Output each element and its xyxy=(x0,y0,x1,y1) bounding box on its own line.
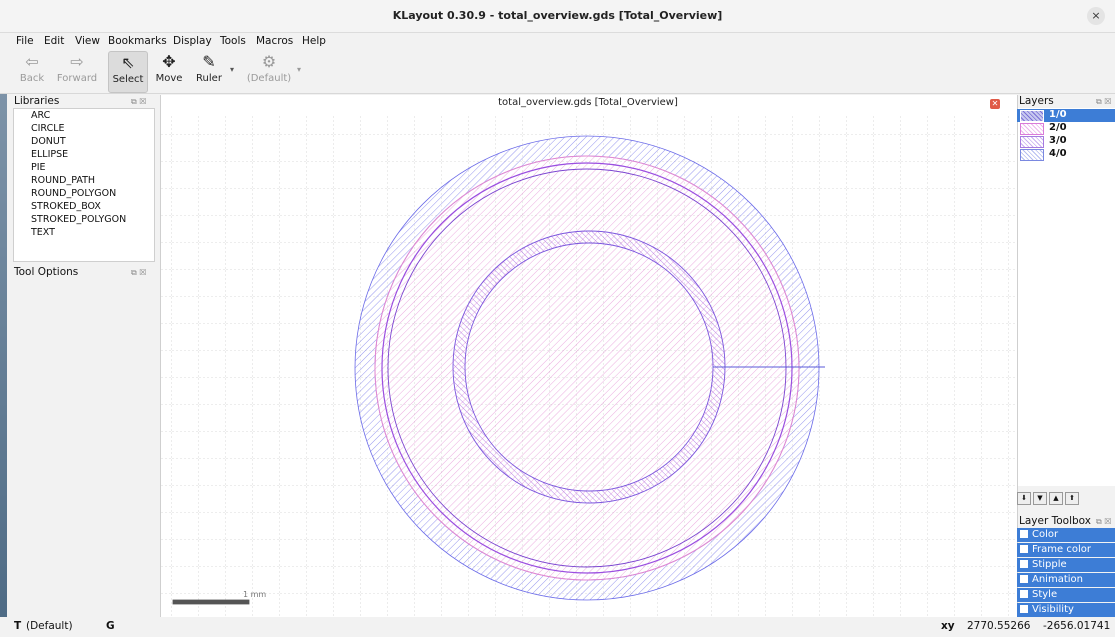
menu-file[interactable]: File xyxy=(16,35,34,47)
ruler-dropdown-arrow[interactable]: ▾ xyxy=(228,65,236,75)
scale-bar xyxy=(173,600,249,604)
scale-bar-label: 1 mm xyxy=(243,590,267,599)
layer-row[interactable]: 2/0 xyxy=(1017,122,1115,135)
libraries-float-icon[interactable]: ⧉ ☒ xyxy=(131,97,146,107)
toolbox-label: Frame color xyxy=(1032,544,1091,555)
close-view-button[interactable]: ✕ xyxy=(990,99,1000,109)
menu-bar: File Edit View Bookmarks Display Tools M… xyxy=(0,33,1115,49)
move-label: Move xyxy=(155,73,183,84)
menu-macros[interactable]: Macros xyxy=(256,35,293,47)
toolbox-color[interactable]: Color xyxy=(1017,528,1115,542)
move-arrows-icon: ✥ xyxy=(162,52,176,71)
library-item[interactable]: CIRCLE xyxy=(31,123,65,134)
mode-prefix: T xyxy=(14,620,22,632)
layers-title: Layers xyxy=(1019,95,1054,107)
pointer-icon: ⇖ xyxy=(121,53,135,72)
tool-options-title: Tool Options xyxy=(14,266,79,278)
layer-2-disk xyxy=(374,155,800,581)
move-bottom-icon[interactable]: ⬇ xyxy=(1017,492,1031,505)
layer-row[interactable]: 3/0 xyxy=(1017,135,1115,148)
menu-help[interactable]: Help xyxy=(302,35,326,47)
desktop-edge xyxy=(0,93,7,637)
select-label: Select xyxy=(112,74,144,85)
library-item[interactable]: TEXT xyxy=(31,227,55,238)
menu-bookmarks[interactable]: Bookmarks xyxy=(108,35,167,47)
arrow-right-icon: ⇨ xyxy=(70,52,84,71)
layer-swatch-icon xyxy=(1020,136,1044,148)
library-item[interactable]: DONUT xyxy=(31,136,66,147)
forward-button[interactable]: ⇨ Forward xyxy=(54,51,100,91)
status-bar: T (Default) G xy 2770.55266 -2656.01741 xyxy=(0,617,1115,637)
toolbox-label: Color xyxy=(1032,529,1059,540)
menu-view[interactable]: View xyxy=(75,35,100,47)
mode-text: (Default) xyxy=(26,620,73,632)
library-item[interactable]: ELLIPSE xyxy=(31,149,68,160)
layer-toolbox-title: Layer Toolbox xyxy=(1019,515,1091,527)
layer-swatch-icon xyxy=(1020,123,1044,135)
library-item[interactable]: STROKED_BOX xyxy=(31,201,101,212)
layer-name: 4/0 xyxy=(1049,148,1067,159)
x-coordinate: 2770.55266 xyxy=(967,620,1031,632)
ruler-icon: ✎ xyxy=(202,52,216,71)
toolbox-label: Animation xyxy=(1032,574,1083,585)
layer-order-buttons: ⬇ ▼ ▲ ⬆ xyxy=(1017,492,1115,508)
library-item[interactable]: ARC xyxy=(31,110,50,121)
move-down-icon[interactable]: ▼ xyxy=(1033,492,1047,505)
libraries-title: Libraries xyxy=(14,95,60,107)
toolbox-stipple[interactable]: Stipple xyxy=(1017,558,1115,572)
y-coordinate: -2656.01741 xyxy=(1043,620,1111,632)
toolbox-style[interactable]: Style xyxy=(1017,588,1115,602)
menu-display[interactable]: Display xyxy=(173,35,212,47)
layer-swatch-icon xyxy=(1020,149,1044,161)
menu-tools[interactable]: Tools xyxy=(220,35,246,47)
default-dropdown-arrow[interactable]: ▾ xyxy=(295,65,303,75)
layer-row[interactable]: 1/0 xyxy=(1017,109,1115,122)
layer-row[interactable]: 4/0 xyxy=(1017,148,1115,161)
gear-icon: ⚙ xyxy=(261,52,277,71)
library-item[interactable]: STROKED_POLYGON xyxy=(31,214,126,225)
toolbox-label: Visibility xyxy=(1032,604,1074,615)
ruler-label: Ruler xyxy=(196,73,222,84)
forward-label: Forward xyxy=(56,73,98,84)
library-item[interactable]: PIE xyxy=(31,162,46,173)
layer-swatch-icon xyxy=(1020,110,1044,122)
toolbox-label: Stipple xyxy=(1032,559,1067,570)
library-item[interactable]: ROUND_POLYGON xyxy=(31,188,116,199)
toolbox-frame-color[interactable]: Frame color xyxy=(1017,543,1115,557)
layout-canvas[interactable]: 1 mm xyxy=(160,95,1018,617)
close-window-button[interactable]: × xyxy=(1087,7,1105,25)
grid-indicator: G xyxy=(106,620,115,632)
toolbox-label: Style xyxy=(1032,589,1058,600)
select-tool-button[interactable]: ⇖ Select xyxy=(108,51,148,93)
canvas-title: total_overview.gds [Total_Overview] xyxy=(498,97,678,108)
tool-options-float-icon[interactable]: ⧉ ☒ xyxy=(131,268,146,278)
menu-edit[interactable]: Edit xyxy=(44,35,64,47)
move-top-icon[interactable]: ⬆ xyxy=(1065,492,1079,505)
layer-name: 2/0 xyxy=(1049,122,1067,133)
move-tool-button[interactable]: ✥ Move xyxy=(152,51,186,91)
layers-list xyxy=(1017,108,1115,486)
back-button[interactable]: ⇦ Back xyxy=(16,51,48,91)
layer-name: 1/0 xyxy=(1049,109,1067,120)
default-mode-button[interactable]: ⚙ (Default) xyxy=(244,51,294,91)
layout-drawing xyxy=(161,115,1017,617)
move-up-icon[interactable]: ▲ xyxy=(1049,492,1063,505)
window-title: KLayout 0.30.9 - total_overview.gds [Tot… xyxy=(392,9,723,22)
layer-name: 3/0 xyxy=(1049,135,1067,146)
layers-float-icon[interactable]: ⧉ ☒ xyxy=(1096,97,1111,107)
layer-toolbox-float-icon[interactable]: ⧉ ☒ xyxy=(1096,517,1111,527)
toolbar: ⇦ Back ⇨ Forward ⇖ Select ✥ Move ✎ Ruler… xyxy=(0,49,1115,94)
back-label: Back xyxy=(19,73,45,84)
library-item[interactable]: ROUND_PATH xyxy=(31,175,95,186)
toolbox-animation[interactable]: Animation xyxy=(1017,573,1115,587)
default-label: (Default) xyxy=(246,73,292,84)
xy-label: xy xyxy=(941,620,955,632)
arrow-left-icon: ⇦ xyxy=(25,52,39,71)
toolbox-visibility[interactable]: Visibility xyxy=(1017,603,1115,617)
ruler-tool-button[interactable]: ✎ Ruler xyxy=(192,51,226,91)
